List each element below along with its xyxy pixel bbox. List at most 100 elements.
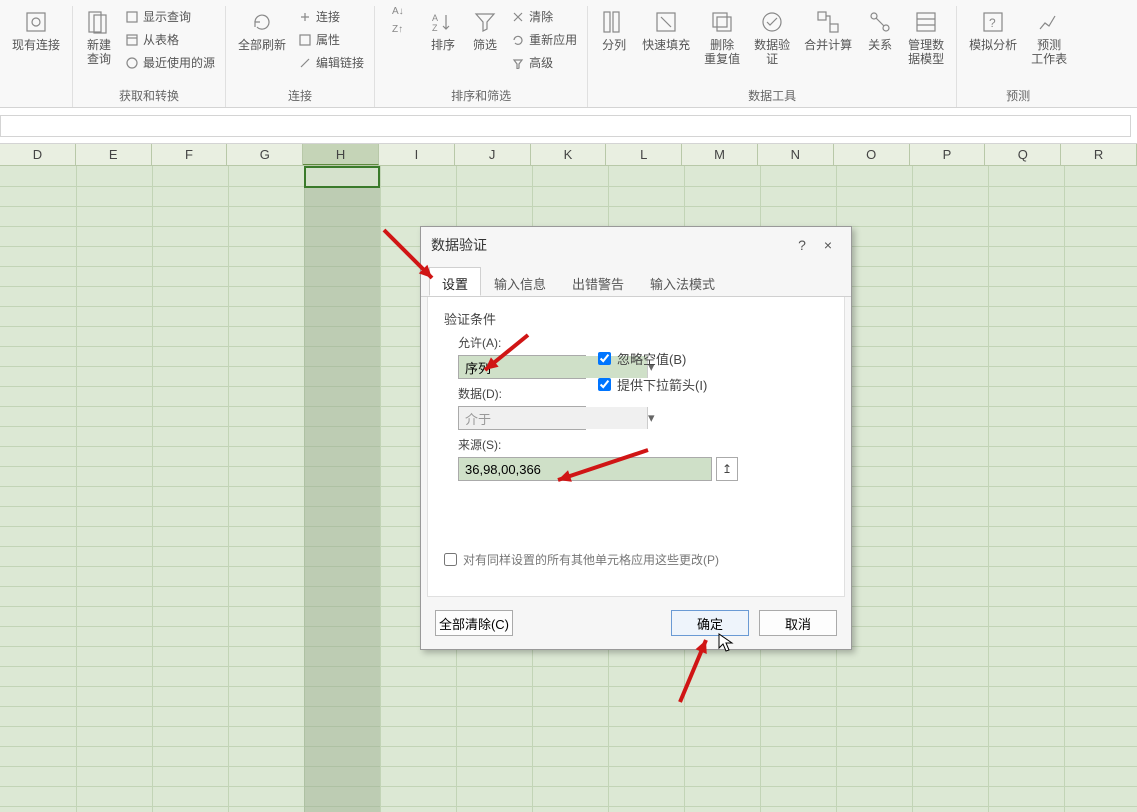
manage-data-model-label: 管理数 据模型 (908, 38, 944, 67)
apply-all-row[interactable]: 对有同样设置的所有其他单元格应用这些更改(P) (444, 551, 828, 568)
sort-az-button[interactable]: A↓Z↑ (381, 6, 421, 40)
dialog-tab-2[interactable]: 出错警告 (559, 267, 637, 296)
consolidate-icon (814, 8, 842, 36)
flash-fill-icon (652, 8, 680, 36)
ok-button[interactable]: 确定 (671, 610, 749, 636)
advanced-button[interactable]: 高级 (507, 52, 581, 73)
clear-label: 清除 (529, 8, 553, 25)
ribbon-group-label-2: 连接 (288, 87, 312, 103)
existing-connections-label: 现有连接 (12, 38, 60, 52)
dropdown-arrow-row[interactable]: 提供下拉箭头(I) (598, 375, 707, 394)
dialog-tabs: 设置输入信息出错警告输入法模式 (421, 267, 851, 297)
sort-az-icon: A↓Z↑ (387, 8, 415, 36)
show-queries-button[interactable]: 显示查询 (121, 6, 219, 27)
show-queries-icon (125, 10, 139, 24)
column-header-O[interactable]: O (834, 144, 910, 165)
remove-duplicates-button[interactable]: 删除 重复值 (698, 6, 746, 69)
column-header-I[interactable]: I (379, 144, 455, 165)
what-if-button[interactable]: ? 模拟分析 (963, 6, 1023, 54)
connections-button[interactable]: 连接 (294, 6, 368, 27)
column-header-F[interactable]: F (152, 144, 228, 165)
properties-button[interactable]: 属性 (294, 29, 368, 50)
show-queries-label: 显示查询 (143, 8, 191, 25)
forecast-sheet-button[interactable]: 预测 工作表 (1025, 6, 1073, 69)
apply-all-checkbox[interactable] (444, 553, 457, 566)
relationships-label: 关系 (868, 38, 892, 52)
from-table-label: 从表格 (143, 31, 179, 48)
column-header-R[interactable]: R (1061, 144, 1137, 165)
column-headers: DEFGHIJKLMNOPQR (0, 144, 1137, 166)
flash-fill-button[interactable]: 快速填充 (636, 6, 696, 54)
clear-all-button[interactable]: 全部清除(C) (435, 610, 513, 636)
data-combo: ▾ (458, 406, 586, 430)
column-header-M[interactable]: M (682, 144, 758, 165)
column-header-G[interactable]: G (227, 144, 303, 165)
column-header-Q[interactable]: Q (985, 144, 1061, 165)
dialog-close-button[interactable]: × (815, 237, 841, 253)
column-header-P[interactable]: P (910, 144, 986, 165)
dialog-tab-3[interactable]: 输入法模式 (637, 267, 728, 296)
ignore-blank-row[interactable]: 忽略空值(B) (598, 349, 686, 368)
formula-input[interactable] (0, 115, 1131, 137)
sort-button[interactable]: AZ 排序 (423, 6, 463, 54)
column-header-D[interactable]: D (0, 144, 76, 165)
column-header-N[interactable]: N (758, 144, 834, 165)
dialog-tab-1[interactable]: 输入信息 (481, 267, 559, 296)
refresh-all-icon (248, 8, 276, 36)
data-validation-label: 数据验 证 (754, 38, 790, 67)
ribbon-group-existing: 现有连接 (0, 6, 73, 107)
column-header-K[interactable]: K (531, 144, 607, 165)
what-if-icon: ? (979, 8, 1007, 36)
connections-label: 连接 (316, 8, 340, 25)
sort-label: 排序 (431, 38, 455, 52)
recent-sources-icon (125, 56, 139, 70)
allow-combo[interactable]: ▾ (458, 355, 586, 379)
dropdown-arrow-checkbox[interactable] (598, 378, 611, 391)
flash-fill-label: 快速填充 (642, 38, 690, 52)
consolidate-button[interactable]: 合并计算 (798, 6, 858, 54)
data-validation-button[interactable]: 数据验 证 (748, 6, 796, 69)
filter-button[interactable]: 筛选 (465, 6, 505, 54)
remove-duplicates-label: 删除 重复值 (704, 38, 740, 67)
properties-label: 属性 (316, 31, 340, 48)
edit-links-icon (298, 56, 312, 70)
advanced-icon (511, 56, 525, 70)
refedit-button[interactable]: ↥ (716, 457, 738, 481)
column-header-E[interactable]: E (76, 144, 152, 165)
manage-data-model-icon (912, 8, 940, 36)
dialog-titlebar[interactable]: 数据验证 ? × (421, 227, 851, 263)
text-to-columns-button[interactable]: 分列 (594, 6, 634, 54)
refresh-all-button[interactable]: 全部刷新 (232, 6, 292, 54)
existing-connections-button[interactable]: 现有连接 (6, 6, 66, 54)
reapply-button[interactable]: 重新应用 (507, 29, 581, 50)
column-header-J[interactable]: J (455, 144, 531, 165)
relationships-icon (866, 8, 894, 36)
clear-icon (511, 10, 525, 24)
relationships-button[interactable]: 关系 (860, 6, 900, 54)
what-if-label: 模拟分析 (969, 38, 1017, 52)
column-header-H[interactable]: H (303, 144, 379, 165)
new-query-button[interactable]: 新建 查询 (79, 6, 119, 69)
advanced-label: 高级 (529, 54, 553, 71)
dialog-tab-0[interactable]: 设置 (429, 267, 481, 296)
column-header-L[interactable]: L (606, 144, 682, 165)
dropdown-arrow-label: 提供下拉箭头(I) (617, 375, 707, 394)
source-input[interactable] (458, 457, 712, 481)
from-table-button[interactable]: 从表格 (121, 29, 219, 50)
remove-duplicates-icon (708, 8, 736, 36)
svg-text:Z: Z (432, 23, 438, 33)
filter-label: 筛选 (473, 38, 497, 52)
forecast-sheet-icon (1035, 8, 1063, 36)
validation-criteria-label: 验证条件 (444, 309, 828, 328)
clear-button[interactable]: 清除 (507, 6, 581, 27)
ignore-blank-checkbox[interactable] (598, 352, 611, 365)
edit-links-button[interactable]: 编辑链接 (294, 52, 368, 73)
data-input (459, 407, 647, 429)
recent-sources-button[interactable]: 最近使用的源 (121, 52, 219, 73)
properties-icon (298, 33, 312, 47)
svg-text:?: ? (989, 16, 996, 30)
dialog-help-button[interactable]: ? (789, 237, 815, 253)
manage-data-model-button[interactable]: 管理数 据模型 (902, 6, 950, 69)
cancel-button[interactable]: 取消 (759, 610, 837, 636)
ribbon-group-label-1: 获取和转换 (119, 87, 179, 103)
